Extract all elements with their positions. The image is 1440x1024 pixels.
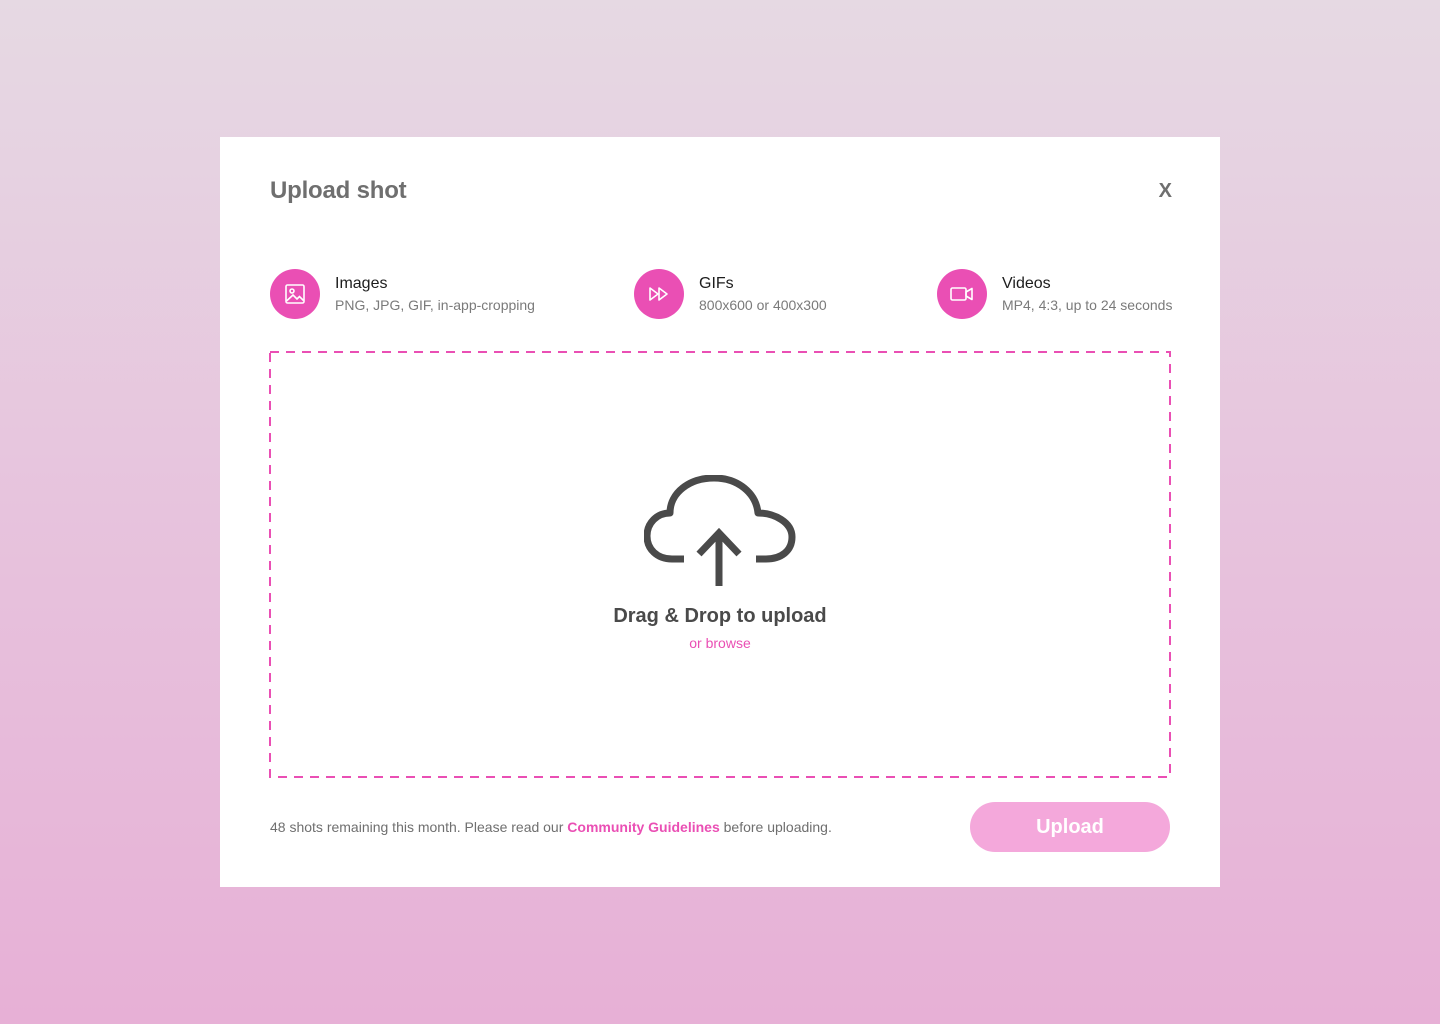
dropzone[interactable]: Drag & Drop to upload or browse (269, 351, 1171, 778)
type-videos-label: Videos (1002, 274, 1051, 292)
type-videos: Videos MP4, 4:3, up to 24 seconds (937, 269, 1172, 319)
footer-note: 48 shots remaining this month. Please re… (270, 819, 832, 835)
type-gifs: GIFs 800x600 or 400x300 (634, 269, 827, 319)
modal-title: Upload shot (270, 177, 407, 204)
type-gifs-label: GIFs (699, 274, 734, 292)
upload-button[interactable]: Upload (970, 802, 1170, 852)
community-guidelines-link[interactable]: Community Guidelines (567, 819, 719, 835)
browse-link[interactable]: or browse (269, 635, 1171, 651)
type-images: Images PNG, JPG, GIF, in-app-cropping (270, 269, 535, 319)
type-gifs-description: 800x600 or 400x300 (699, 296, 827, 313)
footer-text-after: before uploading. (719, 819, 832, 835)
footer-text-before: 48 shots remaining this month. Please re… (270, 819, 568, 835)
type-videos-description: MP4, 4:3, up to 24 seconds (1002, 296, 1173, 313)
upload-modal: Upload shot X Images PNG, JPG, GIF, in-a… (220, 137, 1220, 887)
close-button[interactable]: X (1159, 179, 1172, 203)
image-icon (270, 269, 320, 319)
cloud-upload-icon (644, 475, 796, 586)
dropzone-title: Drag & Drop to upload (613, 605, 827, 627)
type-images-description: PNG, JPG, GIF, in-app-cropping (335, 296, 535, 313)
fast-forward-icon (634, 269, 684, 319)
video-camera-icon (937, 269, 987, 319)
type-images-label: Images (335, 274, 388, 292)
